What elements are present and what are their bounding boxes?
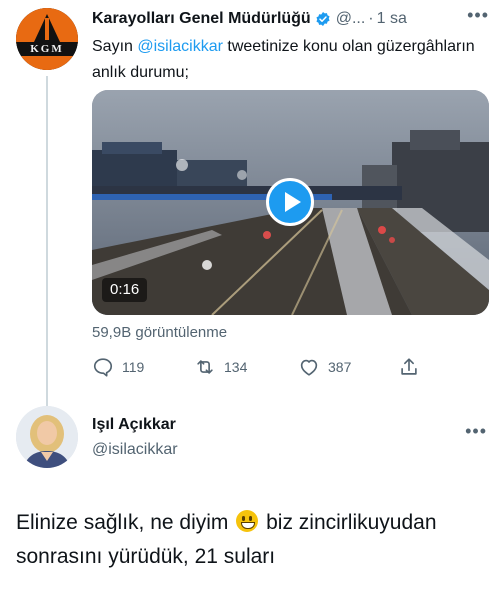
heart-icon [300, 359, 318, 376]
share-icon [401, 358, 417, 375]
tweet1-video[interactable]: 0:16 [92, 90, 489, 315]
tweet1-timestamp[interactable]: 1 sa [377, 10, 407, 28]
tweet1-dot-separator: · [368, 10, 374, 27]
kgm-avatar[interactable]: KGM [16, 8, 78, 70]
tweet1-author-name[interactable]: Karayolları Genel Müdürlüğü [92, 10, 311, 28]
tweet1-text: Sayın @isilacikkar tweetinize konu olan … [92, 34, 487, 86]
tweet2-text-part1: Elinize sağlık, ne diyim [16, 511, 235, 534]
tweet2-more-icon[interactable]: ••• [465, 422, 487, 440]
verified-badge-icon [316, 12, 330, 26]
video-duration: 0:16 [102, 278, 148, 302]
tweet2-handle[interactable]: @isilacikkar [92, 441, 178, 459]
play-icon[interactable] [266, 178, 314, 226]
tweet1-more-icon[interactable]: ••• [467, 6, 489, 24]
reply-button[interactable]: 119 [92, 355, 144, 379]
tweet1-view-count: 59,9B görüntülenme [92, 324, 228, 341]
like-count: 387 [328, 359, 352, 375]
tweet1-action-bar: 119 134 387 [92, 355, 432, 379]
thread-connector-line [46, 76, 48, 412]
profile-photo [16, 406, 78, 468]
retweet-count: 134 [224, 359, 248, 375]
tweet1-mention-link[interactable]: @isilacikkar [137, 38, 223, 55]
reply-icon [93, 358, 113, 377]
isil-acikkar-avatar[interactable] [16, 406, 78, 468]
share-button[interactable] [398, 355, 420, 379]
tweet1-header: Karayolları Genel Müdürlüğü @... · 1 sa [92, 8, 492, 30]
tweet1-text-prefix: Sayın [92, 38, 138, 55]
tweet2-author-name[interactable]: Işıl Açıkkar [92, 416, 176, 434]
tweet2-text: Elinize sağlık, ne diyim biz zincirlikuy… [16, 506, 486, 574]
retweet-icon [197, 360, 213, 374]
kgm-logo-text: KGM [16, 42, 78, 56]
like-button[interactable]: 387 [298, 355, 351, 379]
grinning-face-emoji [236, 510, 259, 532]
tweet1-handle[interactable]: @... [336, 10, 366, 28]
retweet-button[interactable]: 134 [194, 355, 247, 379]
reply-count: 119 [122, 359, 145, 375]
